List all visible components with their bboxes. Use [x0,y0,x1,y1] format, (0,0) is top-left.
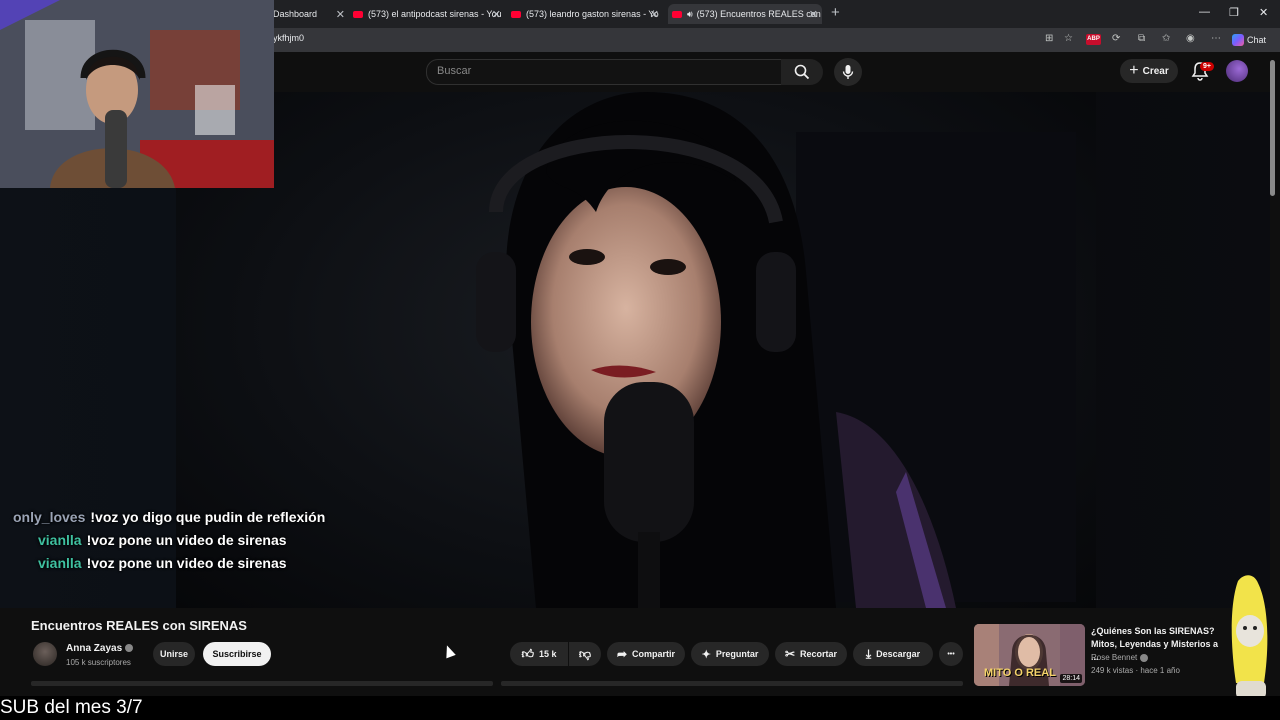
webcam-scene-image [0,0,274,188]
clip-label: Recortar [800,649,838,659]
new-tab-button[interactable]: + [831,4,840,21]
create-button[interactable]: + Crear [1120,59,1178,83]
recommended-channel-name: Rose Bennet [1091,653,1138,662]
video-scene-image [476,92,1076,608]
chat-message: vianlla !voz pone un video de sirenas [38,555,287,571]
copilot-icon [1232,34,1244,46]
close-icon[interactable]: ✕ [650,8,659,21]
microphone-icon [842,65,854,79]
tab-title: (573) leandro gaston sirenas - You [526,9,659,19]
install-app-icon[interactable]: ⊞ [1045,33,1053,44]
channel-avatar[interactable] [33,642,57,666]
share-label: Compartir [632,649,676,659]
banana-cat-sticker [1231,575,1268,699]
speaker-icon: 🔊︎ [687,8,693,19]
more-icon: ••• [947,650,955,658]
chat-text: !voz yo digo que pudin de reflexión [90,509,326,525]
plus-icon: + [1129,62,1139,79]
subscribe-button[interactable]: Suscribirse [203,642,271,666]
close-window-button[interactable]: ✕ [1259,6,1268,19]
comments-box-edge [501,681,963,686]
chat-text: !voz pone un video de sirenas [86,532,287,548]
join-label: Unirse [159,649,188,659]
verified-icon [1140,653,1149,662]
tab-antipodcast[interactable]: (573) el antipodcast sirenas - YouT ✕ [353,4,501,24]
notifications-badge: 9+ [1200,62,1214,71]
close-icon[interactable]: ✕ [336,8,345,21]
profile-icon[interactable]: ◉ [1186,33,1195,44]
favorites-icon[interactable]: ✩ [1162,33,1170,44]
chat-text: !voz pone un video de sirenas [86,555,287,571]
tab-title: (573) el antipodcast sirenas - YouT [368,9,501,19]
like-button[interactable]: 👍︎ 15 k [510,642,568,666]
create-label: Crear [1142,65,1169,77]
dislike-button[interactable]: 👎︎ [569,642,601,666]
recommended-channel[interactable]: Rose Bennet [1091,653,1149,662]
youtube-icon [511,10,521,18]
close-icon[interactable]: ✕ [492,8,501,21]
chat-label: Chat [1247,35,1267,45]
recommended-video-thumbnail[interactable]: MITO O REAL 28:14 [974,624,1085,686]
verified-icon [125,644,134,653]
share-button[interactable]: ➦ Compartir [607,642,685,666]
tab-encuentros[interactable]: 🔊︎ (573) Encuentros REALES con ✕ [668,4,822,24]
address-field[interactable]: ykfhjm0 [273,33,304,43]
channel-name[interactable]: Anna Zayas [66,643,134,654]
stream-footer-bar [0,696,1280,720]
scissors-icon: ✂ [784,647,796,661]
scrollbar-thumb[interactable] [1270,60,1275,196]
recommended-meta: 249 k vistas · hace 1 año [1091,666,1180,675]
share-icon: ➦ [616,647,628,661]
youtube-icon [672,10,682,18]
restore-button[interactable]: ❐ [1229,6,1239,19]
download-label: Descargar [876,649,921,659]
star-icon[interactable]: ☆ [1064,33,1073,44]
split-screen-icon[interactable]: ⧉ [1138,33,1145,44]
menu-icon[interactable]: ⋯ [1211,33,1221,44]
voice-search-button[interactable] [834,58,862,86]
video-duration: 28:14 [1060,674,1082,683]
chat-username: only_loves [13,509,86,525]
chat-message: vianlla !voz pone un video de sirenas [38,532,287,548]
thumbnail-caption: MITO O REAL [984,667,1056,679]
ask-label: Preguntar [715,649,759,659]
copilot-chat-button[interactable]: Chat [1232,31,1266,49]
subscriber-count: 105 k suscriptores [66,658,131,667]
video-title: Encuentros REALES con SIRENAS [31,618,247,633]
like-count: 15 k [539,649,557,659]
download-icon: ⤓ [865,646,872,661]
more-actions-button[interactable]: ••• [939,642,963,666]
tab-title: Dashboard [273,9,318,19]
download-button[interactable]: ⤓ Descargar [853,642,933,666]
description-box-edge [31,681,493,686]
search-icon [794,64,810,80]
video-frame [176,92,1096,608]
chat-username: vianlla [38,555,82,571]
join-button[interactable]: Unirse [153,642,195,666]
tab-leandro[interactable]: (573) leandro gaston sirenas - You ✕ [511,4,659,24]
sub-of-month-label: SUB del mes 3/7 [0,697,143,718]
tab-title: (573) Encuentros REALES con [696,9,821,19]
ask-button[interactable]: ✦ Preguntar [691,642,769,666]
refresh-extension-icon[interactable]: ⟳ [1112,33,1120,44]
youtube-icon [353,10,363,18]
subscribe-label: Suscribirse [212,649,262,659]
adblock-extension-icon[interactable]: ABP [1086,34,1101,45]
streamer-webcam [0,0,274,188]
clip-button[interactable]: ✂ Recortar [775,642,847,666]
tab-dashboard[interactable]: Dashboard ✕ [273,4,345,24]
chat-message: only_loves !voz yo digo que pudin de refl… [13,509,325,525]
thumbs-up-icon: 👍︎ [521,646,534,661]
search-placeholder: Buscar [437,65,472,77]
search-button[interactable] [781,59,823,85]
thumbs-down-icon: 👎︎ [578,646,592,661]
chat-username: vianlla [38,532,82,548]
account-avatar[interactable] [1226,60,1248,82]
search-input[interactable]: Buscar [426,59,783,85]
sparkle-icon: ✦ [701,648,711,661]
channel-name-text: Anna Zayas [66,643,123,654]
minimize-button[interactable]: — [1199,6,1210,18]
close-icon[interactable]: ✕ [809,8,818,21]
